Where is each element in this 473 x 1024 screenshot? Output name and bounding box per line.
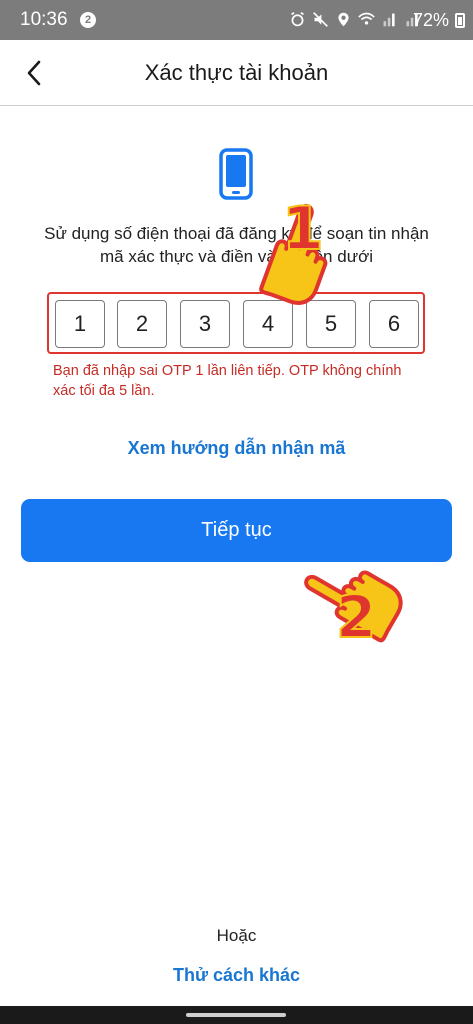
location-icon (338, 12, 349, 27)
battery-icon (455, 13, 465, 28)
otp-digit-5[interactable]: 5 (306, 300, 356, 348)
smartphone-icon (219, 148, 253, 200)
guide-link[interactable]: Xem hướng dẫn nhận mã (0, 438, 473, 459)
status-icons (289, 11, 421, 28)
otp-input-group: 1 2 3 4 5 6 (47, 292, 425, 354)
try-other-method-link[interactable]: Thử cách khác (0, 965, 473, 986)
otp-digit-4[interactable]: 4 (243, 300, 293, 348)
wifi-icon (358, 12, 375, 25)
page-title: Xác thực tài khoản (144, 60, 329, 85)
otp-digit-3[interactable]: 3 (180, 300, 230, 348)
alarm-icon (291, 11, 304, 27)
otp-digit-2[interactable]: 2 (117, 300, 167, 348)
status-bar: 10:36 2 72% (0, 0, 473, 40)
header: Xác thực tài khoản (0, 40, 473, 106)
step-2-label: 2 (335, 582, 377, 652)
notification-badge: 2 (80, 12, 96, 28)
continue-button[interactable]: Tiếp tục (21, 499, 452, 562)
navigation-bar (0, 1006, 473, 1024)
battery-percentage: 72% (412, 10, 449, 30)
otp-error-message: Bạn đã nhập sai OTP 1 lần liên tiếp. OTP… (53, 363, 402, 399)
otp-digit-1[interactable]: 1 (55, 300, 105, 348)
status-time: 10:36 (20, 9, 68, 30)
or-divider-text: Hoặc (216, 926, 257, 945)
instruction-text: Sử dụng số điện thoại đã đăng ký để soạn… (44, 224, 429, 266)
signal-icon (383, 13, 395, 27)
home-handle[interactable] (186, 1013, 286, 1017)
mute-icon (313, 12, 328, 27)
otp-digit-6[interactable]: 6 (369, 300, 419, 348)
